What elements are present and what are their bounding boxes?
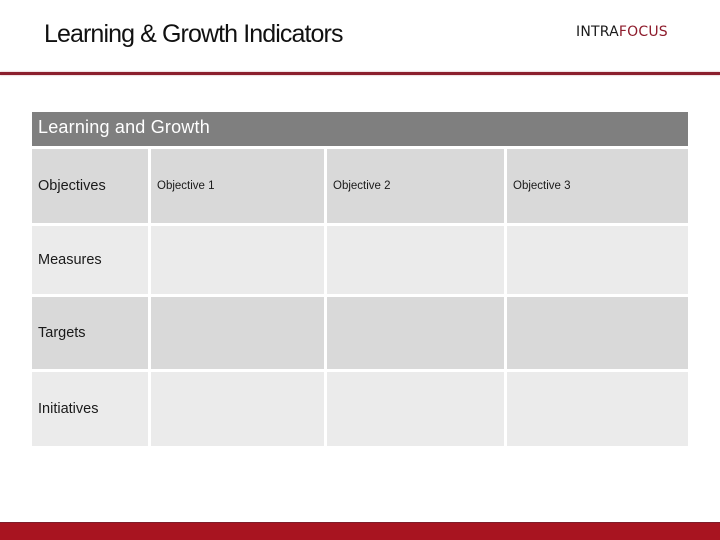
table-row-measures: Measures xyxy=(32,223,688,294)
table-header: Learning and Growth xyxy=(32,112,688,146)
table-cell[interactable] xyxy=(504,372,688,446)
table-row-targets: Targets xyxy=(32,294,688,369)
table-cell[interactable]: Objective 3 xyxy=(504,149,688,223)
table-cell[interactable] xyxy=(504,226,688,294)
slide-title: Learning & Growth Indicators xyxy=(44,20,343,48)
brand-logo: INTRAFOCUS xyxy=(576,24,668,40)
table-cell[interactable] xyxy=(324,297,504,369)
table-cell[interactable] xyxy=(324,226,504,294)
table-row-initiatives: Initiatives xyxy=(32,369,688,446)
brand-logo-focus: FOCUS xyxy=(618,24,668,40)
table-row-objectives: Objectives Objective 1 Objective 2 Objec… xyxy=(32,146,688,223)
table-cell[interactable] xyxy=(148,372,324,446)
table-cell[interactable] xyxy=(324,372,504,446)
table-cell[interactable]: Objective 2 xyxy=(324,149,504,223)
header-divider xyxy=(0,72,720,75)
footer-bar xyxy=(0,522,720,540)
learning-growth-table: Learning and Growth Objectives Objective… xyxy=(32,112,688,446)
row-label: Objectives xyxy=(32,149,148,223)
row-label: Targets xyxy=(32,297,148,369)
table-cell[interactable] xyxy=(148,297,324,369)
table-cell[interactable] xyxy=(504,297,688,369)
row-label: Measures xyxy=(32,226,148,294)
table-cell[interactable] xyxy=(148,226,324,294)
row-label: Initiatives xyxy=(32,372,148,446)
brand-logo-intra: INTRA xyxy=(576,24,619,40)
table-cell[interactable]: Objective 1 xyxy=(148,149,324,223)
